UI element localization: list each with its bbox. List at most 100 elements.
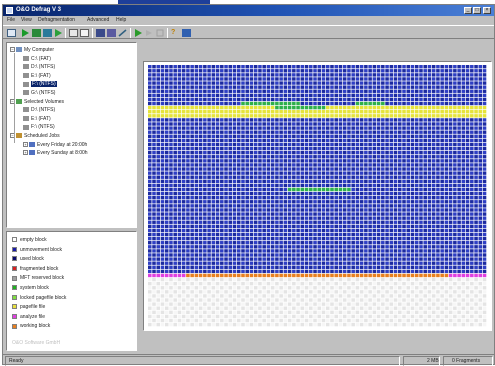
used-block [283,179,288,184]
used-block [215,69,220,73]
empty-block [423,310,427,315]
used-block [470,232,474,237]
empty-block [444,310,449,315]
used-block [198,85,203,89]
used-block [300,212,305,216]
close-button[interactable]: × [483,7,491,14]
used-block [164,261,169,265]
tree-node[interactable]: + Every Sunday at 8:00h [23,150,88,157]
empty-block [169,277,173,282]
used-block [203,97,207,102]
help-icon[interactable]: ? [171,29,180,37]
menu-help[interactable]: Help [116,17,126,23]
start-icon[interactable] [21,29,30,37]
used-block [334,183,338,188]
used-block [300,224,305,229]
empty-block [465,298,470,302]
tree-node[interactable]: C:\ (FAT) [23,56,51,63]
menu-file[interactable]: File [7,17,15,23]
empty-block [393,286,398,290]
empty-block [393,281,398,286]
used-block [169,265,173,269]
used-block [482,220,487,224]
graph-icon[interactable] [96,29,105,37]
drive-icon [23,81,29,87]
view-icon[interactable] [69,29,78,37]
tree-node[interactable]: − My Computer [10,47,54,54]
used-block [220,232,224,237]
schedule-icon[interactable] [134,29,143,37]
tree-expander[interactable]: + [23,150,28,156]
empty-block [190,298,194,302]
used-block [342,216,347,220]
working-block [414,273,419,278]
used-block [236,138,241,143]
tree-node[interactable]: − Selected Volumes [10,99,64,106]
drive-icon [23,55,29,61]
used-block [470,179,474,184]
used-block [372,65,377,69]
used-block [198,228,203,233]
about-icon[interactable] [182,29,191,37]
used-block [431,191,436,196]
report-icon[interactable] [156,29,165,37]
used-block [338,196,343,200]
used-block [444,118,449,122]
tree-expander[interactable]: − [10,47,15,53]
used-block [359,81,364,85]
volume-tree[interactable]: − My Computer C:\ (FAT) D:\ (NTFS) E:\ (FAT)… [6,42,137,228]
used-block [406,89,411,93]
tree-node[interactable]: F:\ (NTFS) [23,124,55,131]
menu-view[interactable]: View [21,17,32,23]
used-block [347,253,351,257]
tree-node[interactable]: E:\ (FAT) [23,116,51,123]
used-block [148,241,152,245]
stop-icon[interactable] [32,29,41,37]
empty-block [402,281,406,286]
app-window: O&O Defrag V 3 _ □ × File View Defragmen… [2,4,495,366]
title-bar[interactable]: O&O Defrag V 3 _ □ × [3,5,494,16]
play-icon[interactable] [145,29,154,37]
used-block [203,224,207,229]
pause-icon[interactable] [43,29,52,37]
tree-node[interactable]: + Every Friday at 20:00h [23,142,87,149]
empty-block [406,298,411,302]
chart-icon[interactable] [107,29,116,37]
used-block [372,163,377,167]
pagefile-block [245,110,249,114]
tree-node[interactable]: F:\ (NTFS) [23,81,57,88]
used-block [423,224,427,229]
tree-expander[interactable]: + [23,141,28,147]
used-block [173,73,177,77]
used-block [203,150,207,155]
used-block [198,249,203,253]
tree-node[interactable]: E:\ (FAT) [23,73,51,80]
tree-node[interactable]: G:\ (NTFS) [23,90,55,97]
used-block [220,269,224,274]
used-block [474,241,478,245]
refresh-icon[interactable] [54,29,63,37]
minimize-button[interactable]: _ [464,7,472,14]
new-icon[interactable] [7,29,16,37]
used-block [385,101,389,106]
used-block [347,118,351,122]
tree-node[interactable]: D:\ (NTFS) [23,64,55,71]
used-block [440,134,444,138]
used-block [470,220,474,224]
list-icon[interactable] [80,29,89,37]
menu-defragmentation[interactable]: Defragmentation [38,17,75,23]
tree-node[interactable]: − Scheduled Jobs [10,133,60,140]
used-block [448,175,453,179]
used-block [355,77,360,81]
used-block [152,253,156,257]
used-block [283,118,288,122]
tool-icon[interactable] [118,29,127,37]
menu-advanced[interactable]: Advanced [87,17,109,23]
maximize-button[interactable]: □ [473,7,481,14]
pagefile-block [228,110,233,114]
used-block [389,249,394,253]
used-block [330,249,334,253]
tree-node[interactable]: D:\ (NTFS) [23,107,55,114]
used-block [474,138,478,143]
used-block [368,216,372,220]
